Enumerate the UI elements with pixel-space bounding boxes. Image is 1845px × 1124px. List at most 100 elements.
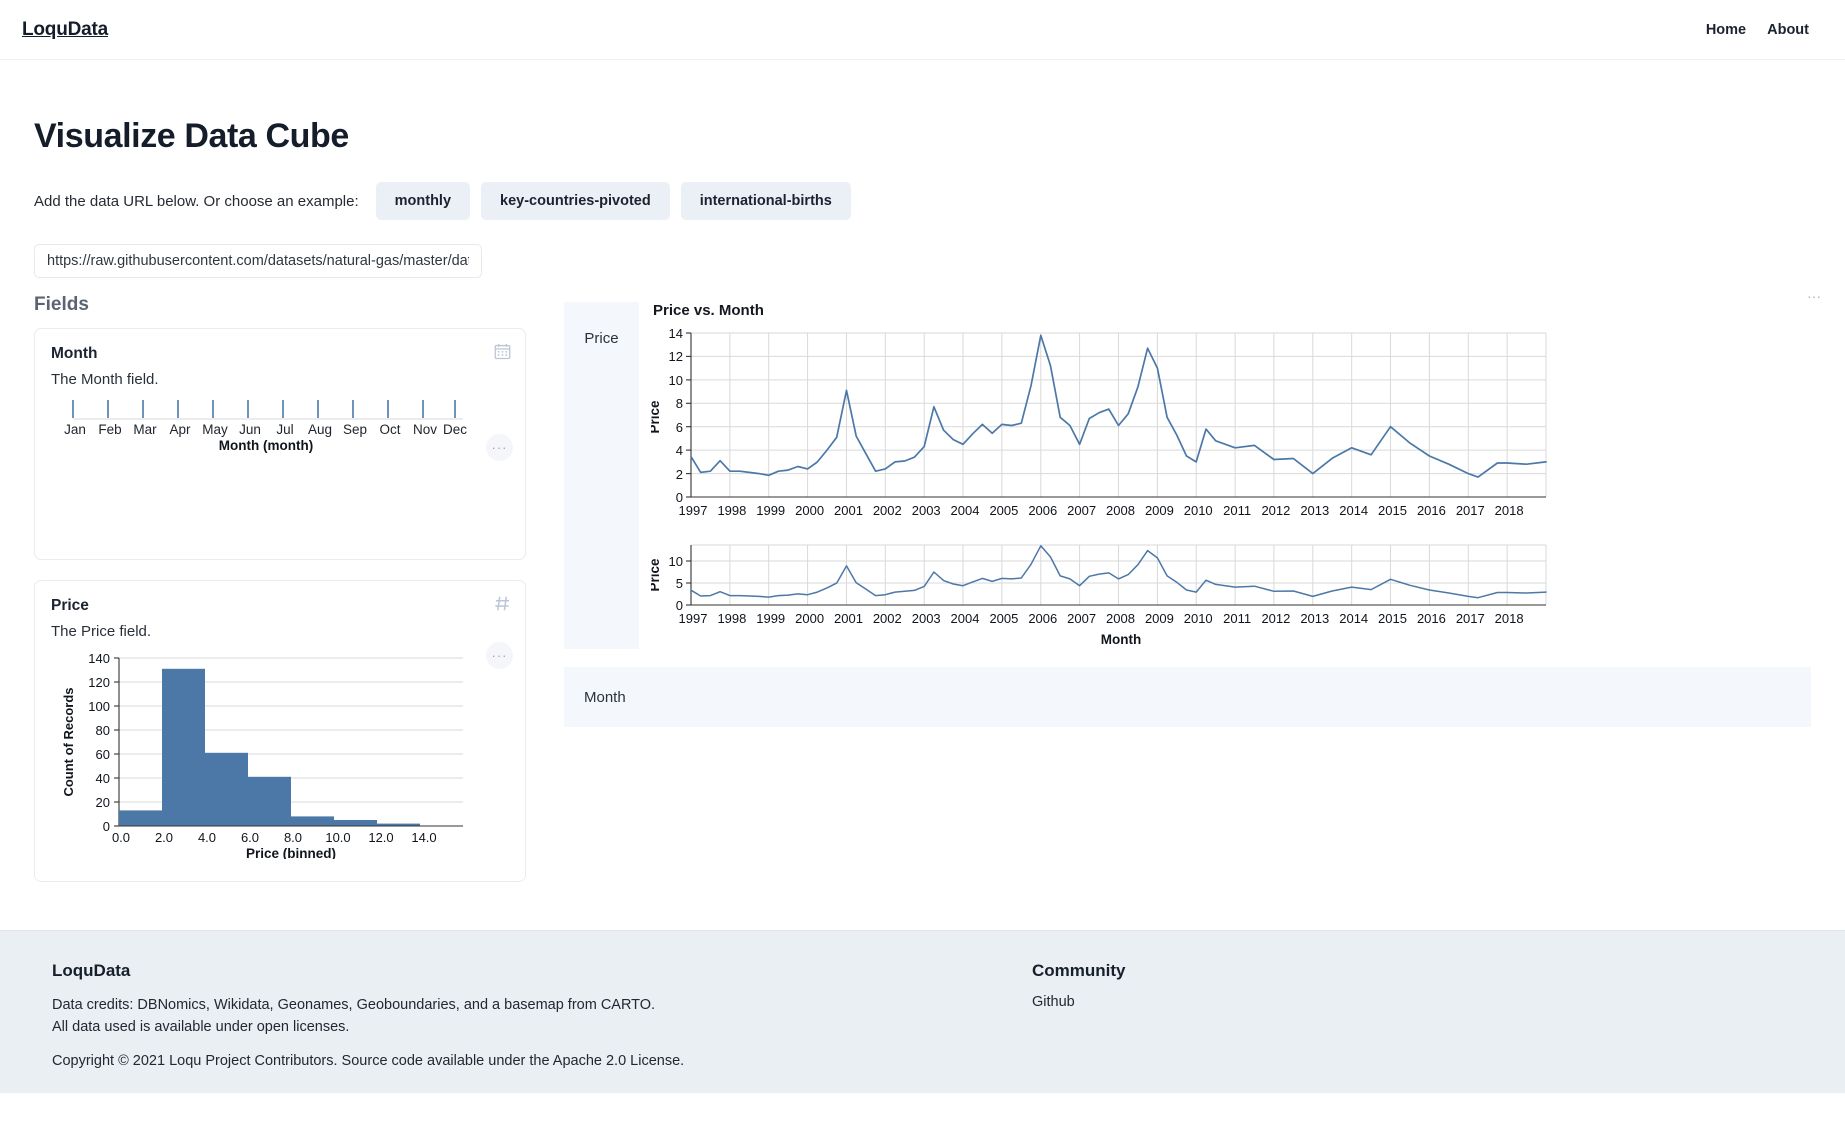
svg-text:4.0: 4.0: [198, 830, 216, 845]
page-content: Visualize Data Cube Add the data URL bel…: [0, 117, 1845, 902]
svg-text:2015: 2015: [1378, 503, 1407, 518]
svg-text:10.0: 10.0: [325, 830, 350, 845]
fields-title: Fields: [34, 294, 89, 315]
svg-text:14: 14: [669, 326, 683, 341]
field-desc-price: The Price field.: [51, 623, 152, 640]
svg-text:120: 120: [88, 675, 110, 690]
svg-text:Jun: Jun: [239, 422, 261, 437]
fields-panel: Fields Month The Month field. ··· Jan Fe…: [34, 294, 526, 902]
footer: LoquData Data credits: DBNomics, Wikidat…: [0, 930, 1845, 1093]
svg-text:2014: 2014: [1339, 611, 1368, 626]
svg-text:1998: 1998: [717, 611, 746, 626]
viz-body: Price vs. Month 14 12 10 8 6 4 2 0 Price…: [639, 302, 1811, 649]
svg-text:2016: 2016: [1417, 611, 1446, 626]
viz-title: Price vs. Month: [653, 302, 764, 319]
svg-text:6: 6: [676, 420, 683, 435]
svg-text:2013: 2013: [1300, 611, 1329, 626]
svg-text:2007: 2007: [1067, 503, 1096, 518]
svg-text:Apr: Apr: [169, 422, 191, 437]
svg-text:2007: 2007: [1067, 611, 1096, 626]
field-card-month[interactable]: Month The Month field. ··· Jan Feb Mar A…: [34, 328, 526, 560]
svg-text:2000: 2000: [795, 611, 824, 626]
example-label: Add the data URL below. Or choose an exa…: [34, 192, 359, 210]
price-histogram-chart: 140 120 100 80 60 40 20 0 Count of Recor…: [61, 651, 463, 859]
svg-text:2.0: 2.0: [155, 830, 173, 845]
svg-text:1997: 1997: [679, 503, 708, 518]
month-tick-chart: Jan Feb Mar Apr May Jun Jul Aug Sep Oct …: [64, 400, 467, 453]
svg-text:2011: 2011: [1223, 611, 1251, 626]
svg-text:2010: 2010: [1184, 503, 1213, 518]
footer-copyright: Copyright © 2021 Loqu Project Contributo…: [52, 1052, 685, 1069]
main-layout: Fields Month The Month field. ··· Jan Fe…: [34, 288, 1821, 902]
svg-text:1998: 1998: [717, 503, 746, 518]
svg-text:2014: 2014: [1339, 503, 1368, 518]
nav-links: Home About: [1706, 22, 1821, 38]
nav-link-about[interactable]: About: [1767, 22, 1809, 38]
example-button-international-births[interactable]: international-births: [680, 182, 851, 220]
svg-text:80: 80: [96, 723, 110, 738]
example-button-monthly[interactable]: monthly: [375, 182, 471, 220]
footer-left: LoquData Data credits: DBNomics, Wikidat…: [52, 961, 1032, 1069]
footer-link-github[interactable]: Github: [1032, 994, 1126, 1010]
price-vs-month-mini-chart: 10 5 0 Price 1997 1998 1999 2000 2001 20…: [651, 544, 1547, 647]
shelf-x-month[interactable]: Month: [564, 667, 1811, 727]
svg-text:Month (month): Month (month): [219, 438, 313, 453]
svg-text:140: 140: [88, 651, 110, 666]
footer-community-title: Community: [1032, 961, 1126, 980]
footer-credits-line2: All data used is available under open li…: [52, 1019, 350, 1036]
svg-text:2005: 2005: [989, 503, 1018, 518]
svg-text:2018: 2018: [1495, 611, 1524, 626]
svg-text:2003: 2003: [912, 611, 941, 626]
svg-text:1999: 1999: [756, 503, 785, 518]
brand-logo[interactable]: LoquData: [22, 19, 108, 41]
field-menu-month[interactable]: ···: [486, 434, 513, 461]
example-row: Add the data URL below. Or choose an exa…: [34, 182, 1811, 220]
svg-text:2001: 2001: [834, 503, 863, 518]
svg-text:2012: 2012: [1261, 503, 1290, 518]
svg-text:8.0: 8.0: [284, 830, 302, 845]
svg-text:60: 60: [96, 747, 110, 762]
svg-text:2004: 2004: [951, 503, 980, 518]
svg-text:2009: 2009: [1145, 503, 1174, 518]
svg-text:5: 5: [676, 576, 683, 591]
svg-text:20: 20: [96, 795, 110, 810]
footer-credits-line1: Data credits: DBNomics, Wikidata, Geonam…: [52, 997, 656, 1013]
svg-text:2006: 2006: [1028, 503, 1057, 518]
svg-text:2013: 2013: [1300, 503, 1329, 518]
field-name-month: Month: [51, 345, 98, 362]
svg-text:2001: 2001: [834, 611, 863, 626]
svg-text:Feb: Feb: [98, 422, 121, 437]
svg-text:2003: 2003: [912, 503, 941, 518]
svg-text:1997: 1997: [679, 611, 708, 626]
svg-text:Month: Month: [1101, 632, 1141, 647]
svg-text:2002: 2002: [873, 611, 902, 626]
field-desc-month: The Month field.: [51, 371, 159, 388]
field-menu-price[interactable]: ···: [486, 642, 513, 669]
svg-text:Dec: Dec: [443, 422, 467, 437]
example-button-key-countries-pivoted[interactable]: key-countries-pivoted: [481, 182, 670, 220]
footer-right: Community Github: [1032, 961, 1126, 1069]
shelf-y-price[interactable]: Price: [564, 302, 639, 649]
svg-text:2017: 2017: [1456, 503, 1485, 518]
page-title: Visualize Data Cube: [34, 117, 349, 155]
svg-text:2010: 2010: [1184, 611, 1213, 626]
nav-link-home[interactable]: Home: [1706, 22, 1746, 38]
navbar: LoquData Home About: [0, 0, 1845, 60]
footer-brand: LoquData: [52, 961, 131, 980]
svg-text:100: 100: [88, 699, 110, 714]
svg-text:6.0: 6.0: [241, 830, 259, 845]
svg-text:2009: 2009: [1145, 611, 1174, 626]
svg-text:2: 2: [676, 467, 683, 482]
svg-text:12.0: 12.0: [368, 830, 393, 845]
svg-text:8: 8: [676, 396, 683, 411]
svg-text:Nov: Nov: [413, 422, 437, 437]
svg-text:12: 12: [669, 349, 683, 364]
svg-text:Jan: Jan: [64, 422, 86, 437]
svg-text:2000: 2000: [795, 503, 824, 518]
field-card-price[interactable]: Price The Price field. ··· 140 120 100 8…: [34, 580, 526, 882]
data-url-input[interactable]: [34, 244, 482, 278]
price-vs-month-main-chart: 14 12 10 8 6 4 2 0 Price 1997 1998 1999 …: [651, 326, 1547, 518]
svg-text:0.0: 0.0: [112, 830, 130, 845]
svg-text:Price: Price: [651, 400, 662, 434]
calendar-icon: [494, 343, 511, 365]
